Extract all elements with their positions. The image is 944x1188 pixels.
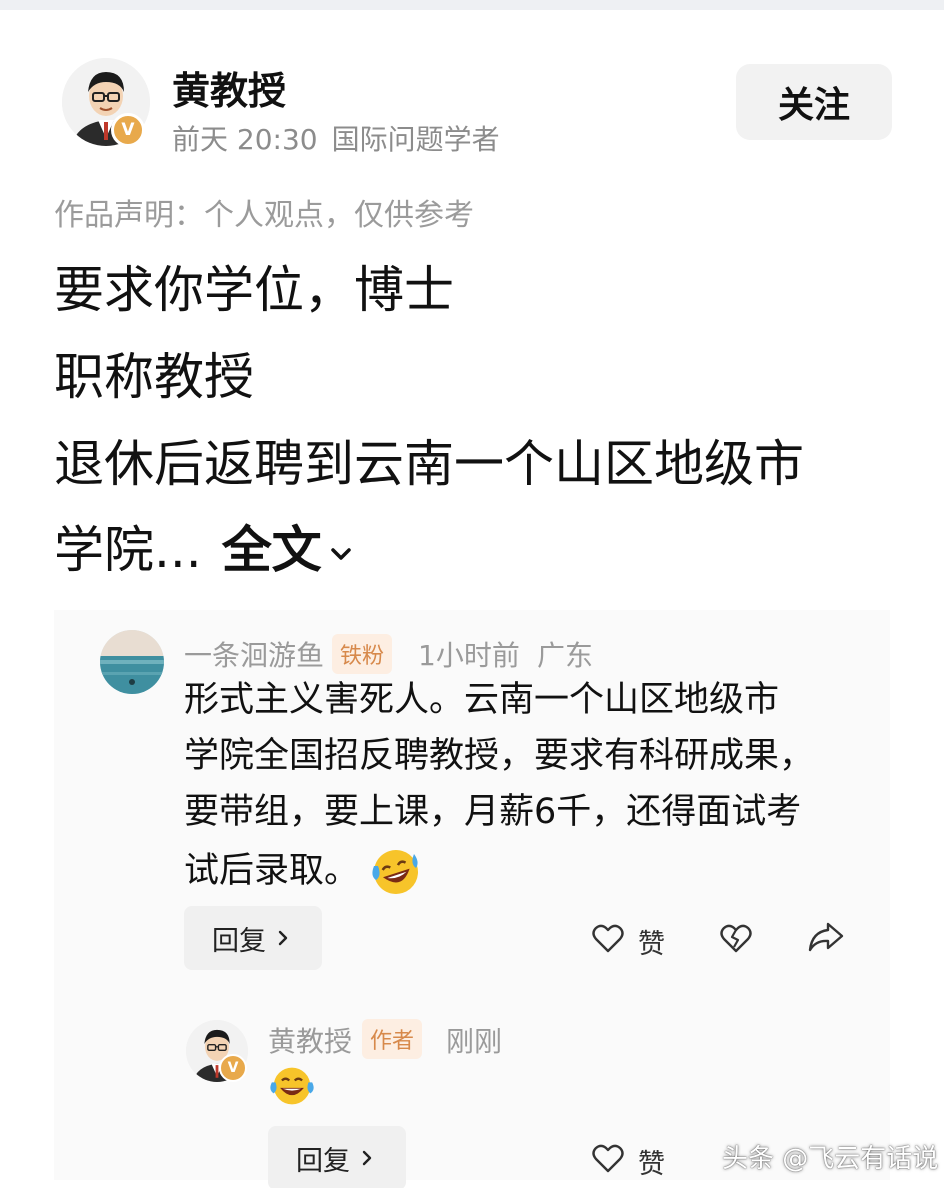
verified-badge-icon: V — [111, 113, 145, 147]
comment-time: 1小时前 — [418, 639, 520, 672]
reply-author-name[interactable]: 黄教授 — [268, 1020, 352, 1060]
expand-fulltext-button[interactable]: 全文 — [222, 521, 356, 579]
verified-badge-icon: V — [219, 1054, 247, 1082]
post-disclaimer: 作品声明：个人观点，仅供参考 — [54, 198, 474, 233]
post-text-line: 退休后返聘到云南一个山区地级市 — [54, 435, 804, 493]
commenter-avatar[interactable] — [100, 630, 164, 694]
chevron-right-icon — [362, 1150, 372, 1166]
dislike-icon[interactable] — [718, 920, 754, 956]
comment-text-line: 学院全国招反聘教授，要求有科研成果， — [184, 736, 815, 776]
reply-label: 回复 — [212, 925, 266, 957]
author-badge: 作者 — [362, 1019, 423, 1059]
like-icon[interactable] — [590, 920, 626, 956]
fan-badge: 铁粉 — [332, 634, 393, 674]
source-watermark: 头条 @飞云有话说 — [722, 1144, 939, 1174]
comment-text-line: 试后录取。 — [184, 846, 422, 898]
post-text-line: 学院... 全文 — [54, 520, 356, 580]
author-meta: 前天 20:30 国际问题学者 — [172, 118, 500, 158]
reply-time: 刚刚 — [446, 1025, 503, 1058]
follow-button[interactable]: 关注 — [736, 64, 892, 140]
laugh-cry-emoji-icon — [372, 850, 419, 894]
commenter-name[interactable]: 一条洄游鱼 — [184, 634, 324, 674]
chevron-down-icon — [330, 547, 351, 560]
reply-button[interactable]: 回复 — [184, 906, 322, 970]
laugh-cry-emoji-icon — [270, 1067, 314, 1105]
post-time: 前天 20:30 — [172, 123, 318, 156]
comment-text-line: 要带组，要上课，月薪6千，还得面试考 — [184, 792, 802, 832]
expand-label: 全文 — [221, 521, 322, 579]
author-title: 国际问题学者 — [331, 123, 500, 156]
author-name[interactable]: 黄教授 — [172, 60, 286, 115]
share-icon[interactable] — [806, 918, 846, 956]
top-strip — [0, 0, 944, 10]
post-text-line: 职称教授 — [54, 348, 254, 406]
like-label[interactable]: 赞 — [638, 922, 665, 961]
comment-text-end: 试后录取。 — [184, 851, 360, 891]
reply-label: 回复 — [296, 1145, 350, 1177]
post-text-truncated: 学院... — [54, 521, 202, 579]
comment-location: 广东 — [537, 639, 594, 672]
reply-button[interactable]: 回复 — [268, 1126, 406, 1188]
chevron-right-icon — [278, 930, 288, 946]
like-label[interactable]: 赞 — [638, 1142, 665, 1181]
like-icon[interactable] — [590, 1140, 626, 1176]
comment-text-line: 形式主义害死人。云南一个山区地级市 — [184, 680, 780, 720]
post-text-line: 要求你学位，博士 — [54, 261, 454, 319]
